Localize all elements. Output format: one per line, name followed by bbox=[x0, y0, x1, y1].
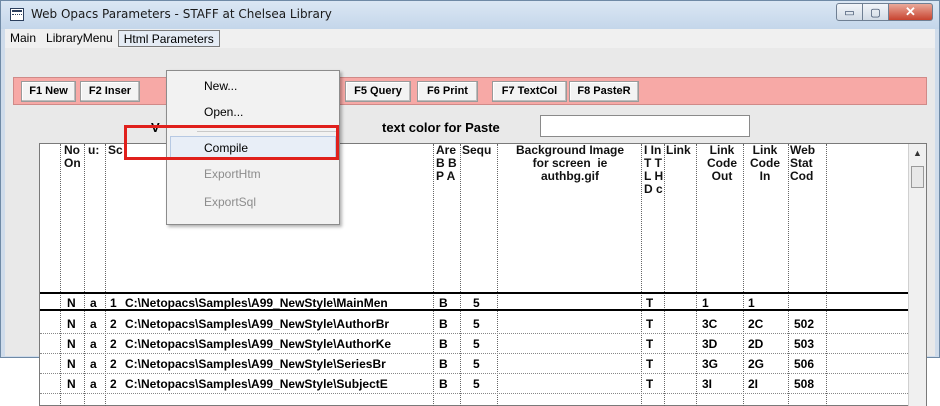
header-link-code-in: Link Code In bbox=[750, 143, 780, 183]
toolbar: F1 New F2 Inser F5 Query F6 Print F7 Tex… bbox=[13, 77, 927, 105]
minimize-icon: ▭ bbox=[844, 6, 855, 19]
header-web-stat-code: Web Stat Cod bbox=[790, 143, 816, 183]
scroll-thumb[interactable] bbox=[911, 166, 924, 188]
client-area: F1 New F2 Inser F5 Query F6 Print F7 Tex… bbox=[5, 48, 935, 406]
header-no-on: No On bbox=[64, 143, 81, 170]
compile-highlight-box bbox=[124, 125, 339, 160]
grid-scrollbar[interactable]: ▲ bbox=[908, 144, 926, 406]
text-color-input[interactable] bbox=[540, 115, 750, 137]
header-u: u: bbox=[88, 143, 100, 157]
menu-html-parameters[interactable]: Html Parameters bbox=[117, 30, 220, 47]
menu-item-exporthtm: ExportHtm bbox=[204, 167, 261, 181]
close-button[interactable]: ✕ bbox=[889, 3, 933, 21]
table-row[interactable]: N a 2 C:\Netopacs\Samples\A99_NewStyle\A… bbox=[40, 315, 908, 334]
table-row[interactable]: N a 2 C:\Netopacs\Samples\A99_NewStyle\S… bbox=[40, 375, 908, 394]
app-icon bbox=[10, 8, 24, 21]
menu-item-new[interactable]: New... bbox=[204, 79, 237, 93]
title-bar[interactable]: Web Opacs Parameters - STAFF at Chelsea … bbox=[1, 1, 939, 29]
menu-bar: Main LibraryMenu Html Parameters bbox=[5, 29, 935, 48]
f5-query-button[interactable]: F5 Query bbox=[345, 81, 411, 102]
table-row[interactable]: N a 2 C:\Netopacs\Samples\A99_NewStyle\A… bbox=[40, 335, 908, 354]
header-link-code-out: Link Code Out bbox=[707, 143, 737, 183]
f1-new-button[interactable]: F1 New bbox=[21, 81, 76, 102]
scroll-up-icon[interactable]: ▲ bbox=[913, 148, 922, 158]
app-window: Web Opacs Parameters - STAFF at Chelsea … bbox=[0, 0, 940, 406]
f7-textcol-button[interactable]: F7 TextCol bbox=[492, 81, 567, 102]
maximize-button[interactable]: ▢ bbox=[863, 3, 889, 21]
header-sequ: Sequ bbox=[462, 143, 492, 157]
minimize-button[interactable]: ▭ bbox=[836, 3, 863, 21]
f8-paster-button[interactable]: F8 PasteR bbox=[569, 81, 639, 102]
window-title: Web Opacs Parameters - STAFF at Chelsea … bbox=[31, 7, 332, 21]
text-color-label: text color for Paste bbox=[382, 120, 500, 135]
menu-item-open[interactable]: Open... bbox=[204, 105, 243, 119]
f2-insert-button[interactable]: F2 Inser bbox=[80, 81, 140, 102]
maximize-icon: ▢ bbox=[870, 6, 881, 19]
header-link: Link bbox=[666, 143, 691, 157]
menu-library[interactable]: LibraryMenu bbox=[41, 30, 118, 47]
menu-item-exportsql: ExportSql bbox=[204, 195, 257, 209]
menu-main[interactable]: Main bbox=[5, 30, 41, 47]
close-icon: ✕ bbox=[905, 4, 916, 19]
f6-print-button[interactable]: F6 Print bbox=[417, 81, 478, 102]
header-background-image: Background Image for screen ie authbg.gi… bbox=[515, 143, 625, 183]
table-row[interactable]: N a 1 C:\Netopacs\Samples\A99_NewStyle\M… bbox=[40, 292, 908, 311]
